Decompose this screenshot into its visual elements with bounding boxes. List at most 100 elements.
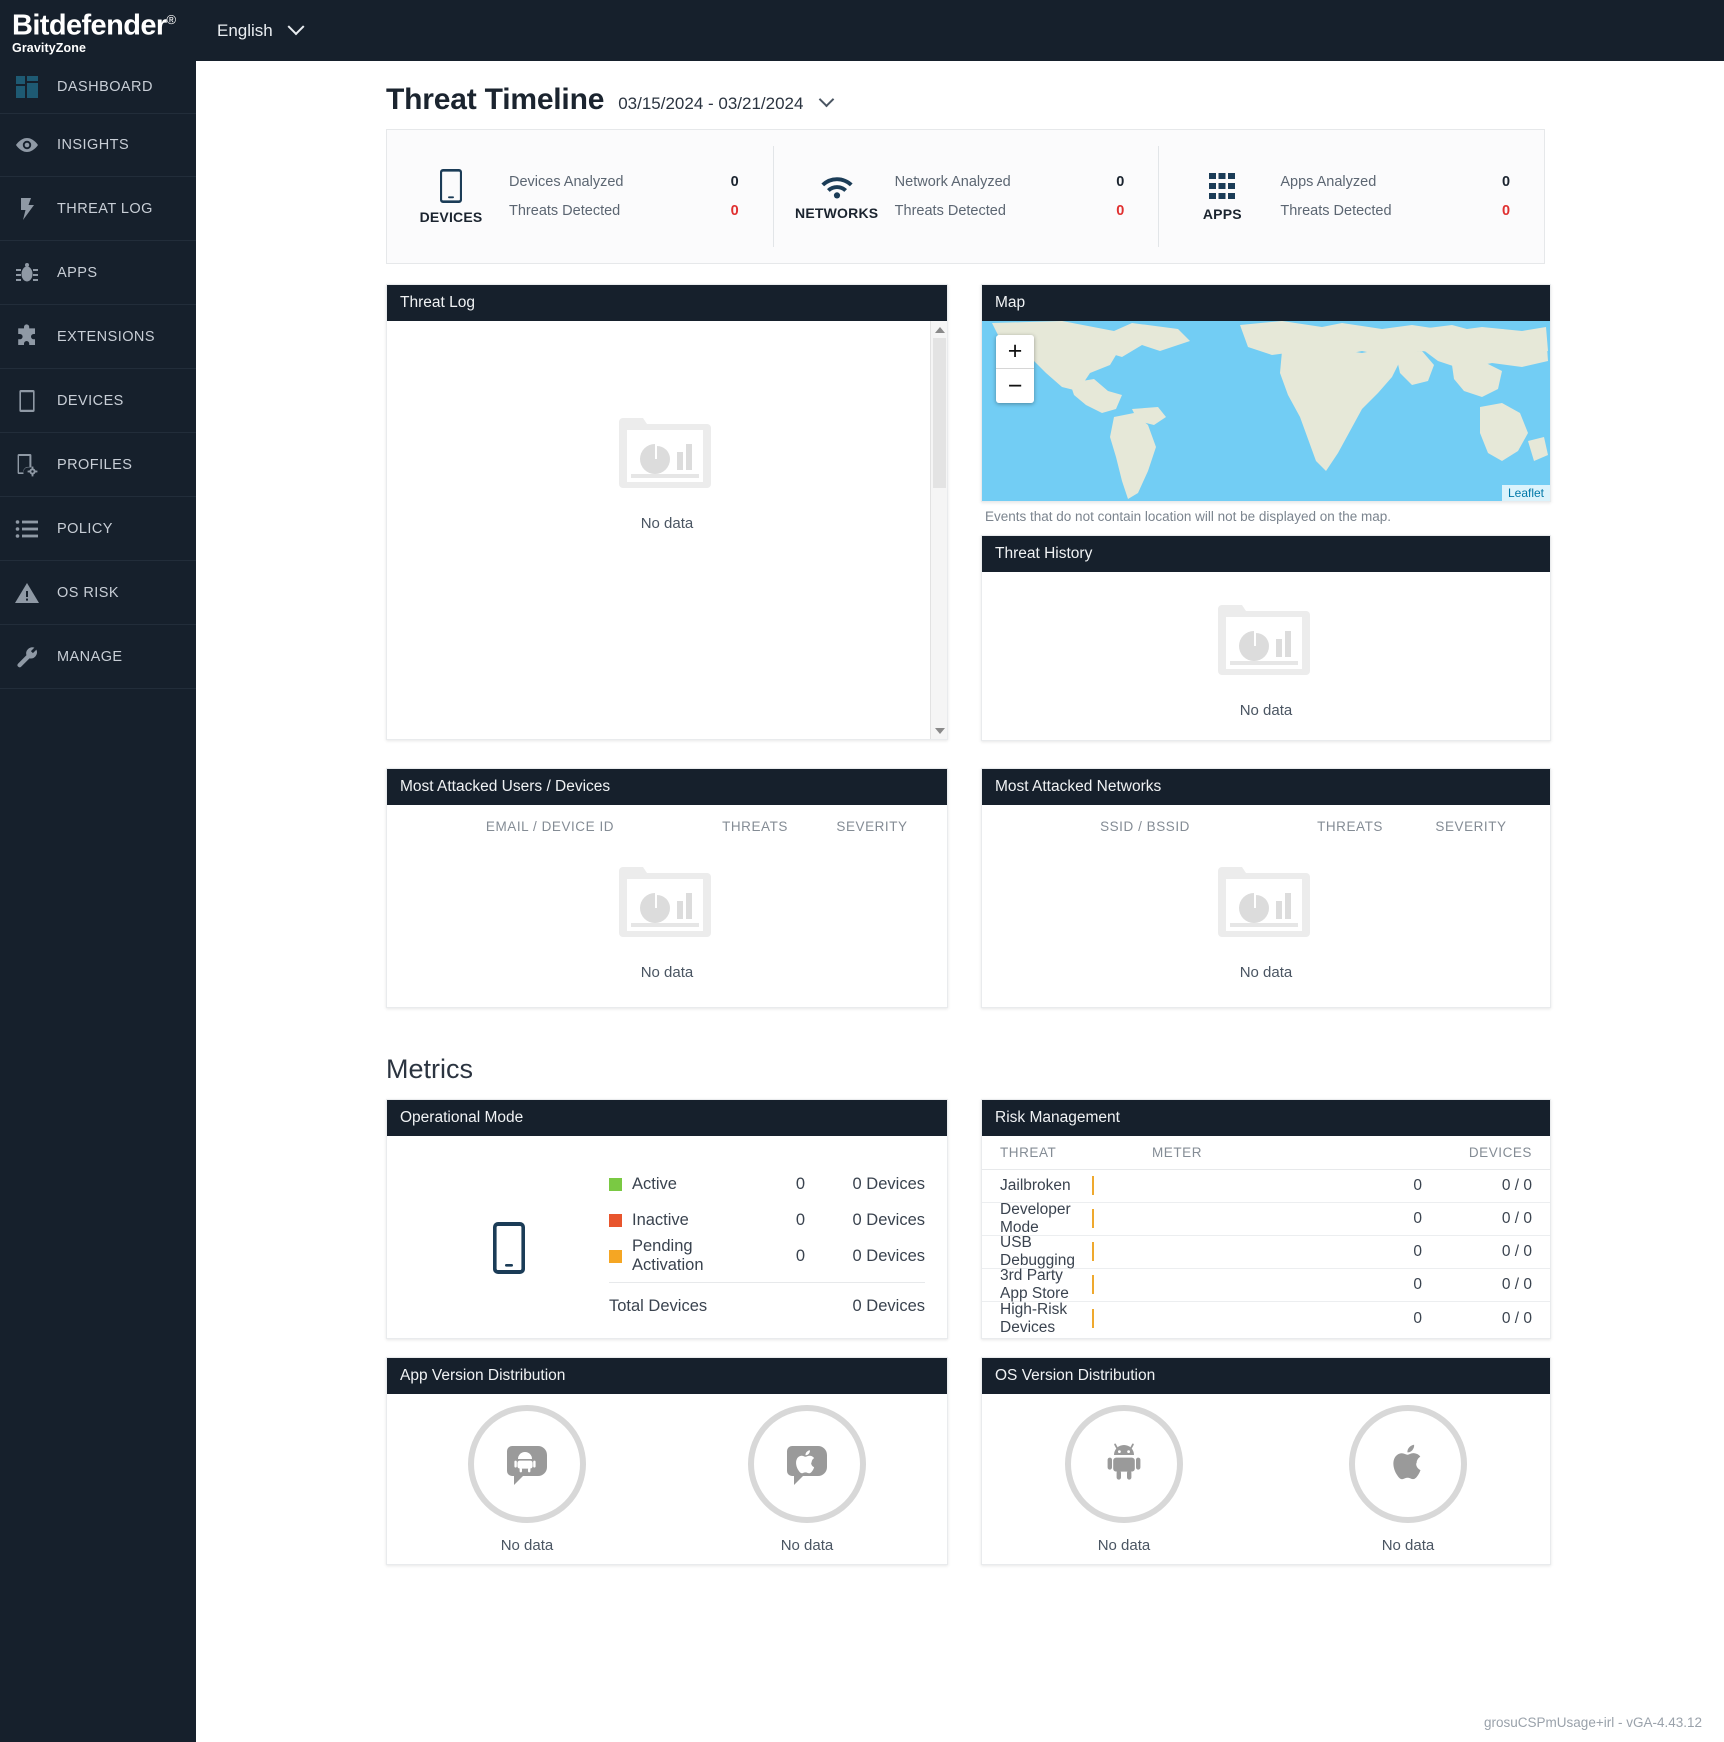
- risk-meter: [1092, 1209, 1094, 1228]
- legend-label: Inactive: [632, 1211, 710, 1230]
- no-data-label: No data: [781, 1537, 834, 1554]
- summary-cell-networks: NETWORKS Network Analyzed 0 Threats Dete…: [773, 130, 1159, 263]
- card-most-attacked-networks: Most Attacked Networks SSID / BSSID THRE…: [981, 768, 1551, 1008]
- card-app-version-distribution: App Version Distribution No data: [386, 1357, 948, 1565]
- card-threat-history: Threat History No data: [981, 535, 1551, 741]
- card-title: OS Version Distribution: [995, 1367, 1155, 1385]
- sidebar-item-threat-log[interactable]: THREAT LOG: [0, 177, 196, 241]
- dashboard-icon: [14, 74, 40, 100]
- no-data-label: No data: [1240, 964, 1293, 981]
- column-header: EMAIL / DEVICE ID: [405, 819, 695, 834]
- summary-row: Devices Analyzed 0: [509, 168, 739, 197]
- no-data-label: No data: [501, 1537, 554, 1554]
- risk-count: 0: [1362, 1310, 1422, 1328]
- footer-version: grosuCSPmUsage+irl - vGA-4.43.12: [1484, 1715, 1702, 1730]
- phone-icon: [409, 1222, 609, 1274]
- legend-devices: 0 Devices: [805, 1175, 925, 1194]
- sidebar-item-os-risk[interactable]: OS RISK: [0, 561, 196, 625]
- sidebar-item-extensions[interactable]: EXTENSIONS: [0, 305, 196, 369]
- empty-state: No data: [982, 844, 1550, 994]
- chevron-down-icon[interactable]: [819, 92, 835, 108]
- column-header: SEVERITY: [1410, 819, 1532, 834]
- table-row: USB Debugging 0 0 / 0: [982, 1236, 1550, 1269]
- table-header: SSID / BSSID THREATS SEVERITY: [982, 805, 1550, 844]
- card-os-version-distribution: OS Version Distribution No data: [981, 1357, 1551, 1565]
- sidebar-item-policy[interactable]: POLICY: [0, 497, 196, 561]
- distribution-android: No data: [387, 1394, 667, 1564]
- legend-swatch: [609, 1178, 622, 1191]
- apple-icon: [1382, 1435, 1434, 1492]
- card-threat-log: Threat Log No data: [386, 284, 948, 740]
- registered-mark: ®: [167, 12, 176, 27]
- no-data-label: No data: [1098, 1537, 1151, 1554]
- summary-key: Apps Analyzed: [1280, 174, 1376, 190]
- brand-name: Bitdefender: [12, 10, 167, 42]
- legend-count: 0: [710, 1211, 805, 1230]
- summary-row: Network Analyzed 0: [895, 168, 1125, 197]
- sidebar-item-label: PROFILES: [57, 457, 132, 473]
- scroll-down-icon[interactable]: [931, 722, 948, 739]
- zoom-in-button[interactable]: +: [996, 335, 1034, 369]
- no-data-chart-icon: [617, 857, 717, 952]
- card-header: OS Version Distribution: [982, 1358, 1550, 1394]
- sidebar-item-label: THREAT LOG: [57, 201, 153, 217]
- summary-rows: Network Analyzed 0 Threats Detected 0: [895, 168, 1159, 226]
- bolt-icon: [14, 196, 40, 222]
- risk-meter: [1092, 1176, 1094, 1195]
- wifi-icon: NETWORKS: [801, 173, 873, 221]
- risk-devices: 0 / 0: [1422, 1177, 1532, 1195]
- language-selector[interactable]: English: [217, 21, 302, 41]
- table-row: High-Risk Devices 0 0 / 0: [982, 1302, 1550, 1335]
- column-header: THREATS: [695, 819, 815, 834]
- sidebar-item-manage[interactable]: MANAGE: [0, 625, 196, 689]
- card-risk-management: Risk Management THREAT METER DEVICES Jai…: [981, 1099, 1551, 1339]
- zoom-out-button[interactable]: −: [996, 369, 1034, 403]
- scrollbar[interactable]: [930, 321, 947, 739]
- risk-meter: [1092, 1275, 1094, 1294]
- sidebar-item-dashboard[interactable]: DASHBOARD: [0, 61, 196, 113]
- distribution-apple: No data: [1266, 1394, 1550, 1564]
- android-icon: [501, 1435, 553, 1492]
- sidebar-item-devices[interactable]: DEVICES: [0, 369, 196, 433]
- sidebar-item-profiles[interactable]: PROFILES: [0, 433, 196, 497]
- top-bar: Bitdefender® GravityZone English: [0, 0, 1724, 61]
- legend-devices: 0 Devices: [805, 1211, 925, 1230]
- map-zoom-control[interactable]: + −: [996, 335, 1034, 403]
- card-operational-mode: Operational Mode Active 0 0 Devices: [386, 1099, 948, 1339]
- distribution-body: No data No data: [387, 1394, 947, 1564]
- risk-meter-cell: [1092, 1177, 1362, 1195]
- summary-icon-label: DEVICES: [420, 209, 483, 225]
- no-data-chart-icon: [1216, 857, 1316, 952]
- card-header: Operational Mode: [387, 1100, 947, 1136]
- column-header: THREAT: [1000, 1145, 1152, 1160]
- card-title: Threat Log: [400, 294, 475, 312]
- legend-swatch: [609, 1250, 622, 1263]
- column-header: METER: [1152, 1145, 1422, 1160]
- risk-devices: 0 / 0: [1422, 1276, 1532, 1294]
- card-header: Most Attacked Networks: [982, 769, 1550, 805]
- leaflet-attribution[interactable]: Leaflet: [1502, 485, 1550, 501]
- table-header: THREAT METER DEVICES: [982, 1136, 1550, 1170]
- risk-threat-name: 3rd Party App Store: [1000, 1267, 1092, 1303]
- map-canvas[interactable]: + − Leaflet: [982, 321, 1550, 501]
- chevron-down-icon: [287, 18, 304, 35]
- no-data-label: No data: [1382, 1537, 1435, 1554]
- legend-swatch: [609, 1214, 622, 1227]
- column-header: SSID / BSSID: [1000, 819, 1290, 834]
- legend-label: Pending Activation: [632, 1237, 710, 1275]
- brand-logo: Bitdefender® GravityZone: [0, 5, 196, 56]
- summary-key: Threats Detected: [509, 203, 620, 219]
- sidebar-item-apps[interactable]: APPS: [0, 241, 196, 305]
- sidebar-item-insights[interactable]: INSIGHTS: [0, 113, 196, 177]
- risk-count: 0: [1362, 1243, 1422, 1261]
- summary-row: Threats Detected 0: [1280, 197, 1510, 226]
- scroll-up-icon[interactable]: [931, 321, 948, 338]
- legend-item: Inactive 0 0 Devices: [609, 1202, 925, 1238]
- sidebar-item-label: POLICY: [57, 521, 113, 537]
- card-map: Map: [981, 284, 1551, 502]
- scroll-thumb[interactable]: [933, 338, 946, 488]
- legend-item: Active 0 0 Devices: [609, 1166, 925, 1202]
- distribution-apple: No data: [667, 1394, 947, 1564]
- card-header: Threat Log: [387, 285, 947, 321]
- risk-count: 0: [1362, 1276, 1422, 1294]
